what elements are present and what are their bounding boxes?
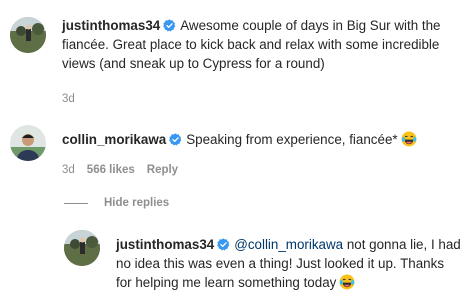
avatar-image — [10, 17, 46, 53]
avatar-collin_morikawa[interactable] — [10, 125, 46, 161]
avatar-image — [10, 125, 46, 161]
avatar-justinthomas34[interactable] — [10, 17, 46, 53]
verified-badge-icon — [163, 19, 176, 32]
username-link[interactable]: collin_morikawa — [62, 132, 166, 147]
hide-replies-label: Hide replies — [104, 197, 170, 209]
avatar-justinthomas34[interactable] — [64, 230, 100, 266]
comment-meta: 3d — [62, 92, 87, 106]
comment-time[interactable]: 3d — [62, 93, 75, 105]
likes-count[interactable]: 566 likes — [87, 164, 135, 176]
comment-time[interactable]: 3d — [62, 164, 75, 176]
username-link[interactable]: justinthomas34 — [116, 237, 214, 252]
hide-replies-button[interactable]: Hide replies — [64, 196, 169, 210]
laughing-tears-emoji-icon — [401, 131, 417, 147]
comment-body: justinthomas34 Awesome couple of days in … — [62, 16, 457, 73]
comment-meta: 3d 566 likes Reply — [62, 163, 190, 177]
laughing-tears-emoji-icon — [339, 274, 355, 290]
verified-badge-icon — [169, 133, 182, 146]
reply-button[interactable]: Reply — [147, 164, 178, 176]
mention-link[interactable]: @collin_morikawa — [234, 237, 343, 252]
divider-line — [64, 202, 88, 204]
avatar-image — [64, 230, 100, 266]
reply-body: justinthomas34 @collin_morikawa not gonna… — [116, 235, 461, 292]
verified-badge-icon — [217, 238, 230, 251]
comment-text: Speaking from experience, fiancée* — [186, 132, 398, 147]
username-link[interactable]: justinthomas34 — [62, 18, 160, 33]
comment-thread: justinthomas34 Awesome couple of days in … — [0, 0, 467, 299]
comment-body: collin_morikawa Speaking from experience,… — [62, 130, 457, 149]
